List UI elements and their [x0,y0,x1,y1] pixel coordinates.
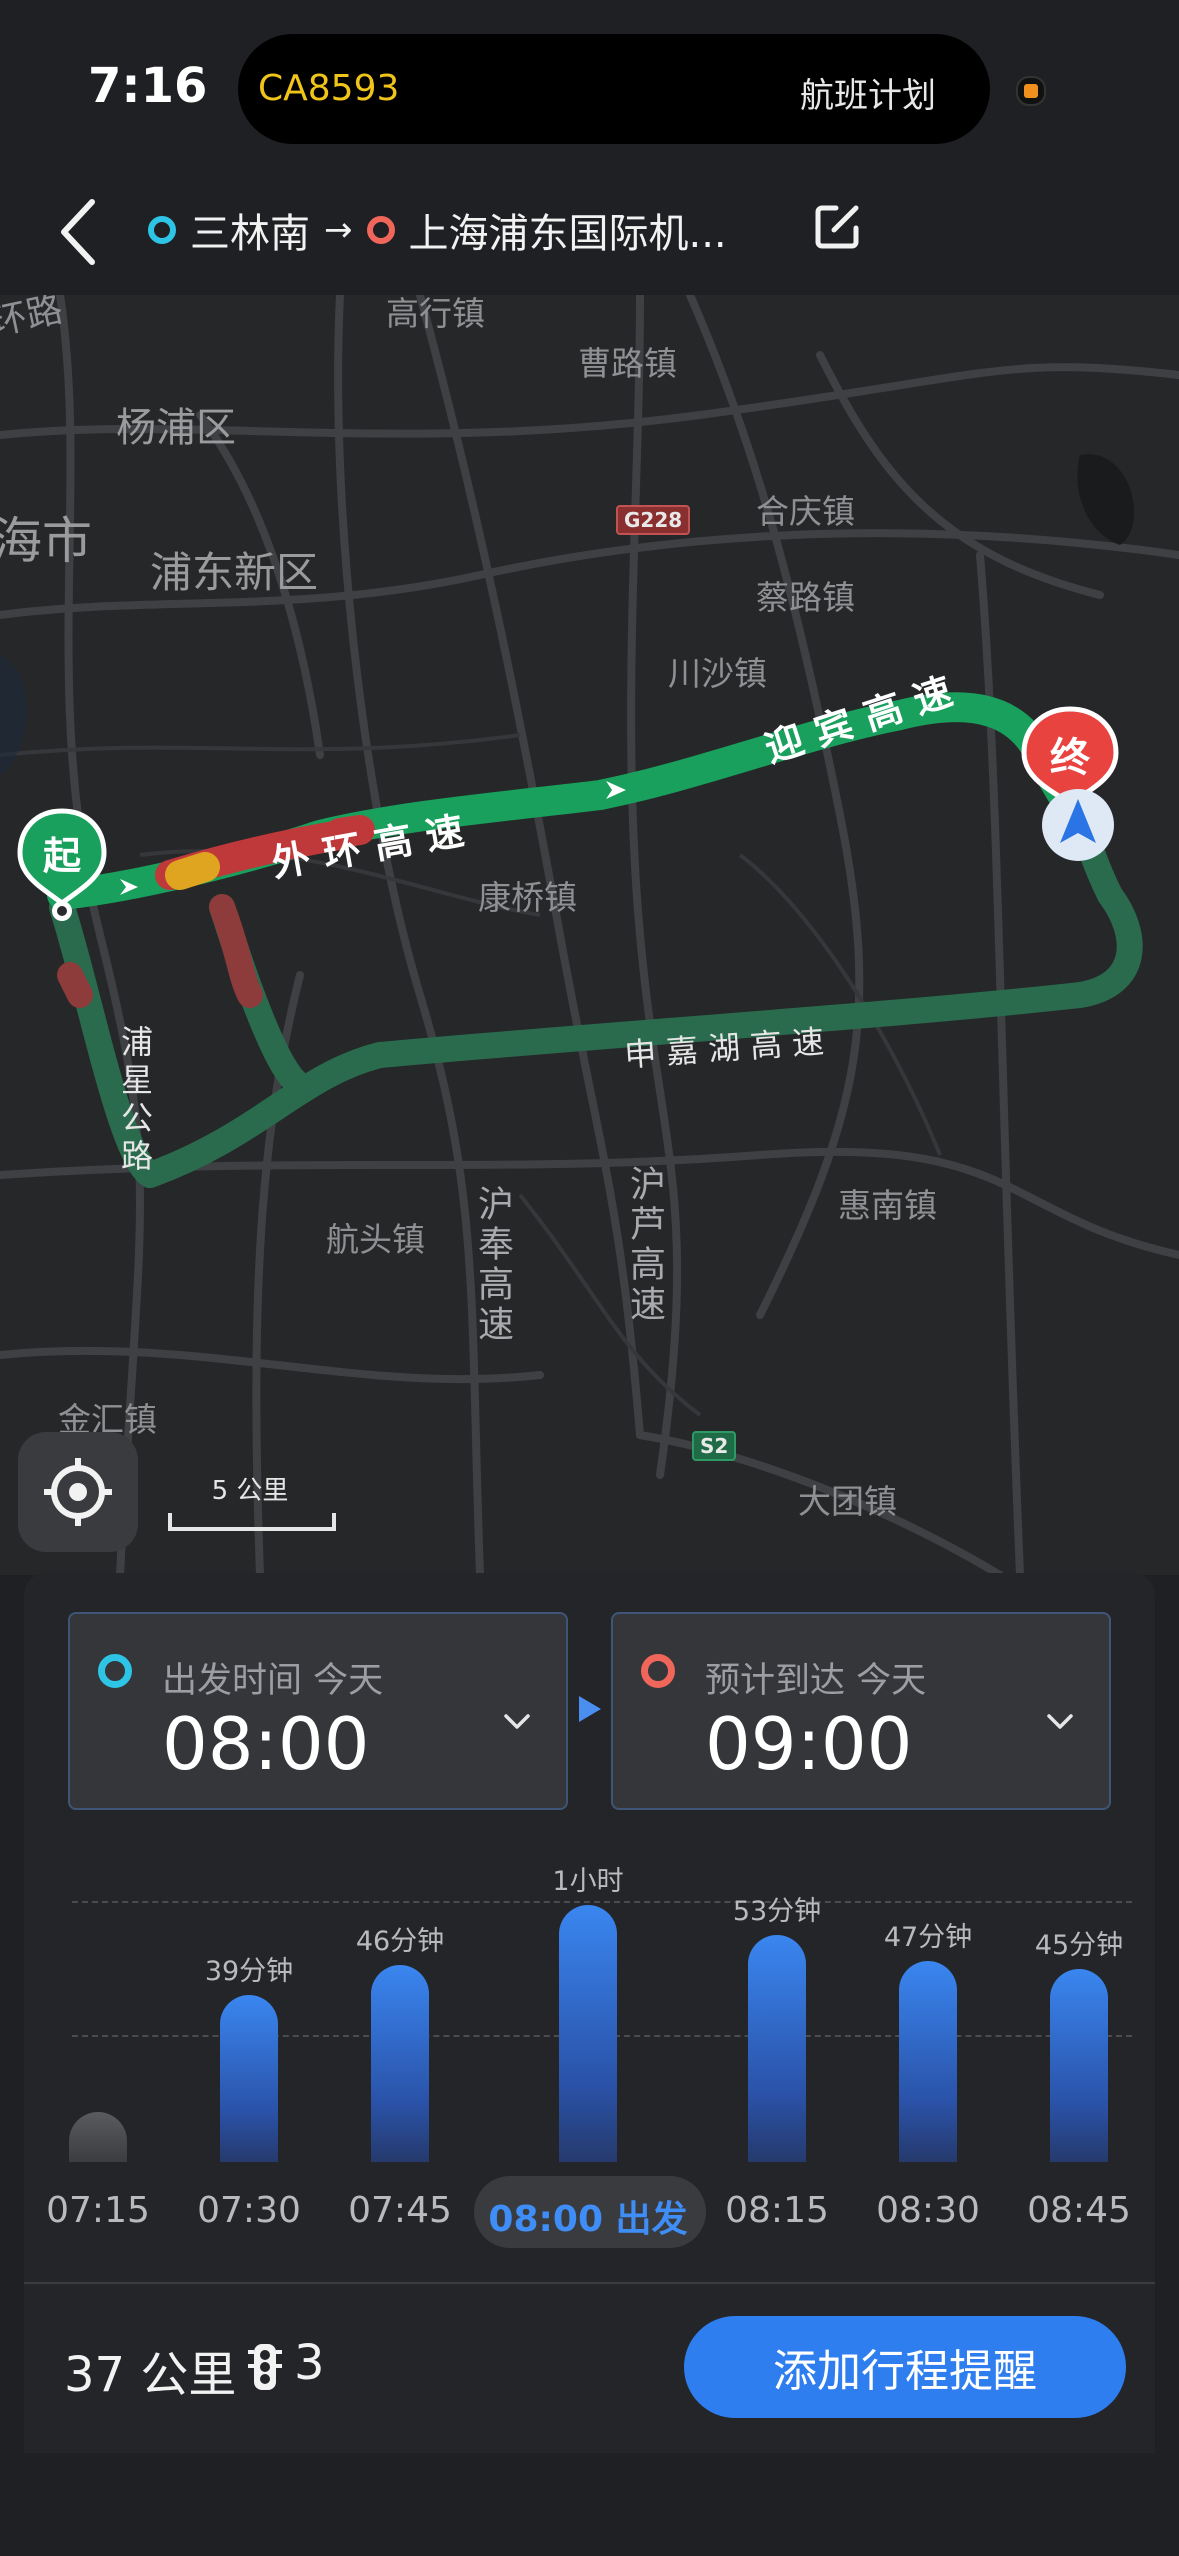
map-label-place: 海市 [0,512,92,570]
scale-label: 5 公里 [211,1476,289,1506]
crosshair-icon [44,1458,112,1526]
highway-badge: S2 [692,1431,737,1461]
traffic-light-count: 3 [294,2335,325,2391]
chart-x-label[interactable]: 07:30 [197,2190,301,2231]
start-marker-label: 起 [42,834,81,878]
road-label: 浦星公路 [116,1025,154,1177]
chart-x-label[interactable]: 08:00 出发 [488,2190,687,2242]
chevron-down-icon [1047,1714,1073,1729]
map-label-place: 浦东新区 [150,548,319,597]
map-label-place: 蔡路镇 [756,578,855,617]
chart-bar[interactable] [748,1934,806,2162]
route-summary[interactable]: 三林南 → 上海浦东国际机... [148,200,727,260]
map-label-place: 航头镇 [326,1220,425,1259]
chevron-down-icon [504,1714,530,1729]
chart-x-label[interactable]: 07:15 [46,2190,150,2231]
road-network [0,295,1179,1575]
origin-dot-icon [148,216,176,244]
map-label-place: 高行镇 [386,295,485,333]
play-arrow-icon [579,1696,601,1722]
current-location-marker [1038,785,1118,865]
highway-badge: G228 [616,505,691,535]
back-button[interactable] [50,192,120,272]
arrival-label: 预计到达 今天 [705,1661,927,1701]
chart-bar[interactable] [1050,1969,1108,2162]
chart-bar-label: 47分钟 [883,1921,973,1953]
clock: 7:16 [88,58,208,114]
divider [24,2282,1155,2284]
add-trip-reminder-button[interactable]: 添加行程提醒 [684,2316,1126,2418]
arrival-dot-icon [641,1654,675,1688]
route-map[interactable]: 环路 高行镇 杨浦区 曹路镇 海市 浦东新区 合庆镇 蔡路镇 川沙镇 康桥镇 惠… [0,295,1179,1575]
map-label-place: 曹路镇 [578,344,677,383]
navigation-arrow-icon [1042,789,1114,861]
chart-bar[interactable] [371,1964,429,2162]
recording-indicator-icon [1016,76,1046,106]
chart-x-label[interactable]: 08:30 [876,2190,980,2231]
flight-number: CA8593 [258,68,400,109]
map-label-place: 杨浦区 [116,405,236,451]
chart-bar-label: 39分钟 [204,1955,294,1987]
road-label: 沪奉高速 [472,1185,513,1345]
departure-dot-icon [98,1654,132,1688]
edit-icon [815,205,859,249]
map-scale: 5 公里 [168,1470,336,1531]
scale-bar [168,1513,336,1531]
departure-time: 08:00 [162,1702,370,1786]
edit-route-button[interactable] [812,200,864,252]
map-label-place: 大团镇 [798,1482,897,1521]
chart-bar[interactable] [559,1904,617,2162]
trip-distance: 37 公里 [64,2347,237,2403]
chart-bar[interactable] [69,2112,127,2162]
chart-bar-label: 53分钟 [732,1895,822,1927]
map-label-place: 川沙镇 [668,654,767,693]
departure-label: 出发时间 今天 [162,1661,384,1701]
chart-x-label[interactable]: 08:45 [1027,2190,1131,2231]
map-label-place: 康桥镇 [478,878,577,917]
chevron-left-icon [61,199,95,265]
map-label-place: 惠南镇 [838,1186,937,1225]
chart-bar[interactable] [899,1960,957,2162]
chart-x-label[interactable]: 08:15 [725,2190,829,2231]
traffic-light-icon [248,2342,282,2392]
chart-bar-label: 46分钟 [355,1925,445,1957]
arrival-time: 09:00 [705,1702,913,1786]
road-label: 沪芦高速 [624,1165,665,1325]
end-marker-label: 终 [1050,735,1090,781]
destination-dot-icon [366,216,395,244]
map-label-place: 合庆镇 [756,492,855,531]
chart-bar-label: 45分钟 [1034,1930,1124,1962]
flight-plan-label: 航班计划 [800,76,936,116]
chart-bar-label: 1小时 [552,1865,624,1897]
gridline-top [72,1901,1132,1903]
locate-me-button[interactable] [18,1432,138,1552]
arrival-time-selector[interactable]: 预计到达 今天 09:00 [611,1612,1111,1810]
origin-name: 三林南 [190,211,310,257]
departure-time-selector[interactable]: 出发时间 今天 08:00 [68,1612,568,1810]
destination-name: 上海浦东国际机... [408,211,727,257]
chart-bar[interactable] [220,1994,278,2162]
start-marker[interactable]: 起 [14,807,110,927]
chart-x-label[interactable]: 07:45 [348,2190,452,2231]
route-arrow: → [324,210,353,250]
